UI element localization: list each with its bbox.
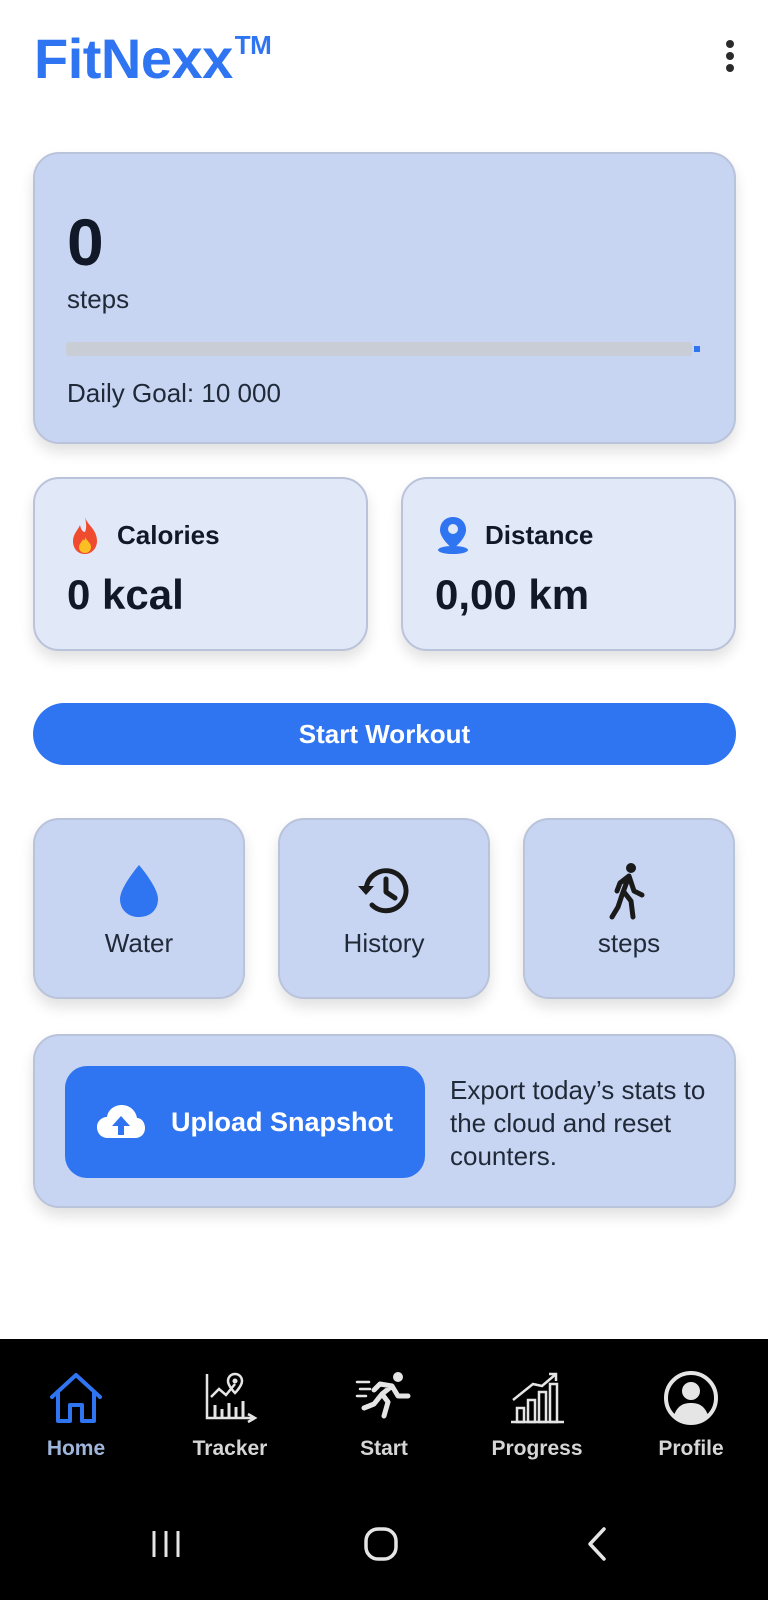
walking-icon bbox=[525, 860, 733, 922]
menu-dot-icon bbox=[726, 40, 734, 48]
tracker-chart-icon bbox=[165, 1367, 295, 1429]
history-icon bbox=[280, 860, 488, 922]
location-pin-icon bbox=[435, 515, 471, 555]
back-button[interactable] bbox=[568, 1519, 628, 1569]
home-system-button[interactable] bbox=[351, 1519, 411, 1569]
home-icon bbox=[11, 1367, 141, 1429]
cloud-upload-icon bbox=[97, 1105, 145, 1138]
app-bar: FitNexxTM bbox=[0, 0, 768, 120]
history-tile-label: History bbox=[343, 928, 425, 958]
water-tile[interactable]: Water bbox=[33, 818, 245, 999]
system-nav-bar bbox=[0, 1489, 768, 1600]
overflow-menu-button[interactable] bbox=[714, 36, 746, 76]
flame-icon bbox=[67, 515, 103, 555]
menu-dot-icon bbox=[726, 52, 734, 60]
bar-chart-icon bbox=[472, 1367, 602, 1429]
profile-icon bbox=[626, 1367, 756, 1429]
water-tile-label: Water bbox=[104, 928, 174, 958]
recent-apps-icon bbox=[152, 1531, 180, 1557]
nav-item-tracker[interactable]: Tracker bbox=[165, 1367, 295, 1477]
nav-label-tracker: Tracker bbox=[192, 1437, 268, 1460]
menu-dot-icon bbox=[726, 64, 734, 72]
distance-card: Distance 0,00 km bbox=[401, 477, 736, 651]
upload-snapshot-label: Upload Snapshot bbox=[171, 1106, 393, 1137]
upload-description: Export today’s stats to the cloud and re… bbox=[450, 1075, 706, 1171]
steps-tile-label: steps bbox=[597, 928, 661, 958]
water-drop-icon bbox=[35, 860, 243, 922]
start-workout-button[interactable]: Start Workout bbox=[33, 703, 736, 765]
calories-card: Calories 0 kcal bbox=[33, 477, 368, 651]
nav-item-progress[interactable]: Progress bbox=[472, 1367, 602, 1477]
steps-tile[interactable]: steps bbox=[523, 818, 735, 999]
steps-progress-bar bbox=[66, 342, 700, 356]
recent-apps-button[interactable] bbox=[136, 1519, 196, 1569]
nav-label-home: Home bbox=[46, 1437, 106, 1460]
app-title: FitNexxTM bbox=[34, 27, 272, 90]
distance-title: Distance bbox=[485, 519, 594, 550]
trademark-symbol: TM bbox=[234, 30, 272, 60]
progress-end-marker bbox=[694, 346, 700, 352]
nav-item-home[interactable]: Home bbox=[11, 1367, 141, 1477]
calories-value: 0 kcal bbox=[67, 571, 184, 618]
steps-label: steps bbox=[67, 284, 130, 314]
distance-value: 0,00 km bbox=[435, 571, 590, 618]
nav-label-start: Start bbox=[360, 1437, 408, 1460]
calories-title: Calories bbox=[117, 519, 220, 550]
bottom-nav: Home Tracker Start Progress Profile bbox=[0, 1339, 768, 1489]
history-tile[interactable]: History bbox=[278, 818, 490, 999]
nav-label-progress: Progress bbox=[491, 1437, 583, 1460]
nav-item-profile[interactable]: Profile bbox=[626, 1367, 756, 1477]
nav-label-profile: Profile bbox=[658, 1437, 724, 1460]
daily-goal-text: Daily Goal: 10 000 bbox=[67, 378, 281, 408]
steps-card: 0 steps Daily Goal: 10 000 bbox=[33, 152, 736, 444]
upload-snapshot-button[interactable]: Upload Snapshot bbox=[65, 1066, 425, 1178]
back-icon bbox=[588, 1527, 606, 1561]
nav-item-start[interactable]: Start bbox=[319, 1367, 449, 1477]
home-system-icon bbox=[364, 1527, 398, 1561]
running-icon bbox=[319, 1367, 449, 1429]
upload-card: Upload Snapshot Export today’s stats to … bbox=[33, 1034, 736, 1208]
steps-count: 0 bbox=[67, 205, 104, 279]
